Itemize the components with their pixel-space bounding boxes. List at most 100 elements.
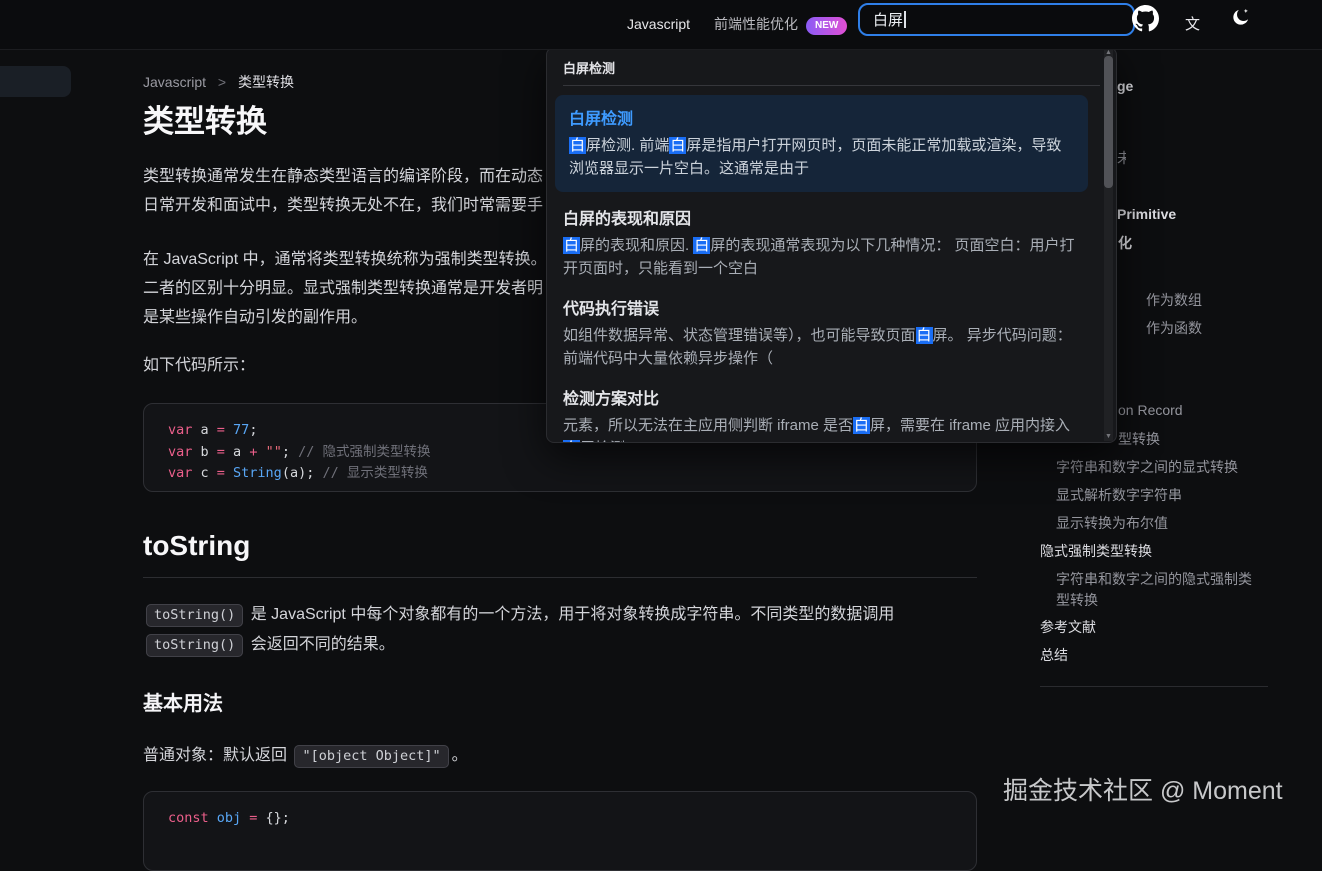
search-highlight-mark: 白 [563, 237, 580, 254]
code-token: const [168, 810, 209, 826]
page: { "navbar": { "links": [ {"label": "Java… [0, 0, 1322, 826]
page-title: 类型转换 [143, 96, 267, 141]
inline-code: toString() [146, 604, 243, 627]
code-token: 77 [233, 422, 249, 438]
search-result-title: 代码执行错误 [563, 295, 1080, 319]
paragraph-coercion: 在 JavaScript 中，通常将类型转换统称为强制类型转换。二者的区别十分明… [143, 245, 547, 332]
code-line: var c = String(a); // 显示类型转换 [168, 463, 952, 485]
breadcrumb-root[interactable]: Javascript [143, 74, 206, 90]
code-token: + [249, 444, 265, 460]
search-result-excerpt: 白屏的表现和原因. 白屏的表现通常表现为以下几种情况： 页面空白：用户打开页面时… [563, 234, 1080, 280]
toc-item[interactable]: 作为数组 [1146, 290, 1202, 311]
toc-item[interactable]: 字符串和数字之间的显式转换 [1056, 457, 1238, 478]
toc-item[interactable]: 显式解析数字字符串 [1056, 485, 1182, 506]
search-result-excerpt: 如组件数据异常、状态管理错误等），也可能导致页面白屏。 异步代码问题：前端代码中… [563, 324, 1080, 370]
code-token: a [192, 422, 216, 438]
toc-item[interactable]: 参考文献 [1040, 617, 1096, 638]
toc-item[interactable]: 显示转换为布尔值 [1056, 513, 1168, 534]
paragraph-line: 在 JavaScript 中，通常将类型转换统称为强制类型转换。 [143, 245, 547, 274]
toc-item[interactable]: 型转换 [1118, 429, 1160, 450]
search-highlight-mark: 白 [563, 440, 580, 443]
scrollbar-down-arrow[interactable]: ▼ [1104, 433, 1113, 440]
search-highlight-mark: 白 [669, 137, 686, 154]
code-token: var [168, 465, 192, 481]
code-token: c [192, 465, 216, 481]
toc-item[interactable]: on Record [1118, 400, 1183, 421]
search-highlight-mark: 白 [853, 417, 870, 434]
inline-code: "[object Object]" [294, 745, 448, 768]
scrollbar-up-arrow[interactable]: ▲ [1104, 49, 1113, 56]
heading-divider [143, 577, 977, 578]
code-line: const obj = {}; [168, 808, 952, 830]
search-input[interactable]: 白屏 [858, 3, 1135, 36]
search-result-excerpt: 白屏检测. 前端白屏是指用户打开网页时，页面未能正常加载或渲染，导致浏览器显示一… [569, 134, 1074, 180]
code-token: = [217, 422, 233, 438]
toc-item[interactable]: 作为函数 [1146, 318, 1202, 339]
search-result[interactable]: 检测方案对比元素，所以无法在主应用侧判断 iframe 是否白屏，需要在 ifr… [555, 385, 1088, 443]
toc-item[interactable]: 化 [1118, 233, 1132, 254]
code-token: ; [249, 422, 257, 438]
code-line: var b = a + ""; // 隐式强制类型转换 [168, 442, 952, 464]
toc-item[interactable]: ge [1117, 76, 1133, 97]
paragraph-line: 日常开发和面试中，类型转换无处不在，我们时常需要手 [143, 191, 543, 220]
inline-code: toString() [146, 634, 243, 657]
code-block-obj-example: const obj = {}; [143, 791, 977, 871]
paragraph-intro: 类型转换通常发生在静态类型语言的编译阶段，而在动态日常开发和面试中，类型转换无处… [143, 162, 543, 220]
search-result[interactable]: 代码执行错误如组件数据异常、状态管理错误等），也可能导致页面白屏。 异步代码问题… [555, 295, 1088, 370]
new-badge: NEW [806, 17, 847, 35]
search-results-header: 白屏检测 [563, 58, 1100, 77]
code-token: = [217, 465, 233, 481]
search-highlight-mark: 白 [916, 327, 933, 344]
nav-link-performance-label: 前端性能优化 [714, 16, 798, 32]
search-result-title: 白屏检测 [569, 105, 1074, 129]
code-token: obj [209, 810, 250, 826]
nav-links: Javascript 前端性能优化 NEW [627, 0, 847, 48]
nav-link-performance[interactable]: 前端性能优化 NEW [714, 14, 847, 35]
code-token: // 隐式强制类型转换 [298, 444, 430, 460]
search-query-text: 白屏 [873, 9, 903, 30]
paragraph-code-lead: 如下代码所示： [143, 351, 255, 380]
toc-item[interactable]: 总结 [1040, 645, 1068, 666]
paragraph-line: 二者的区别十分明显。显式强制类型转换通常是开发者明 [143, 274, 547, 303]
toc-item[interactable]: 隐式强制类型转换 [1040, 541, 1152, 562]
scrollbar-thumb[interactable] [1104, 56, 1113, 188]
dark-mode-toggle-icon[interactable] [1231, 7, 1251, 27]
toc-item[interactable]: Primitive [1117, 204, 1176, 225]
sidebar-edge-button[interactable] [0, 66, 71, 97]
search-highlight-mark: 白 [569, 137, 586, 154]
code-token: (a); [282, 465, 323, 481]
code-token: {}; [266, 810, 290, 826]
paragraph-basic-usage: 普通对象：默认返回 "[object Object]"。 [143, 741, 977, 771]
code-token: b [192, 444, 216, 460]
breadcrumb-separator: > [218, 74, 226, 90]
translate-icon[interactable]: 文 [1185, 13, 1200, 34]
search-highlight-mark: 白 [693, 237, 710, 254]
code-token: var [168, 422, 192, 438]
code-token: // 显示类型转换 [322, 465, 427, 481]
paragraph-tostring: toString() 是 JavaScript 中每个对象都有的一个方法，用于将… [143, 600, 977, 660]
code-token: = [217, 444, 233, 460]
toc-item[interactable]: 未 [1117, 148, 1126, 169]
paragraph-line: 如下代码所示： [143, 351, 255, 380]
code-token: ; [282, 444, 298, 460]
code-token: var [168, 444, 192, 460]
code-token: String [233, 465, 282, 481]
search-results-list: 白屏检测白屏检测. 前端白屏是指用户打开网页时，页面未能正常加载或渲染，导致浏览… [547, 86, 1116, 443]
paragraph-line: 类型转换通常发生在静态类型语言的编译阶段，而在动态 [143, 162, 543, 191]
code-token: "" [266, 444, 282, 460]
search-result-selected[interactable]: 白屏检测白屏检测. 前端白屏是指用户打开网页时，页面未能正常加载或渲染，导致浏览… [555, 95, 1088, 192]
search-result-excerpt: 元素，所以无法在主应用侧判断 iframe 是否白屏，需要在 iframe 应用… [563, 414, 1080, 443]
breadcrumb: Javascript > 类型转换 [143, 72, 294, 92]
toc-item[interactable]: 字符串和数字之间的隐式强制类型转换 [1056, 569, 1256, 611]
navbar: Javascript 前端性能优化 NEW 白屏 文 [0, 0, 1322, 50]
search-result-title: 白屏的表现和原因 [563, 205, 1080, 229]
watermark: 掘金技术社区 @ Moment [1003, 771, 1283, 807]
section-heading-basic-usage: 基本用法 [143, 687, 223, 716]
github-icon[interactable] [1132, 5, 1159, 32]
text-caret [904, 11, 906, 28]
nav-link-javascript[interactable]: Javascript [627, 16, 690, 32]
code-token: = [249, 810, 265, 826]
toc-divider [1040, 686, 1268, 687]
paragraph-line: 是某些操作自动引发的副作用。 [143, 303, 547, 332]
search-result[interactable]: 白屏的表现和原因白屏的表现和原因. 白屏的表现通常表现为以下几种情况： 页面空白… [555, 205, 1088, 280]
